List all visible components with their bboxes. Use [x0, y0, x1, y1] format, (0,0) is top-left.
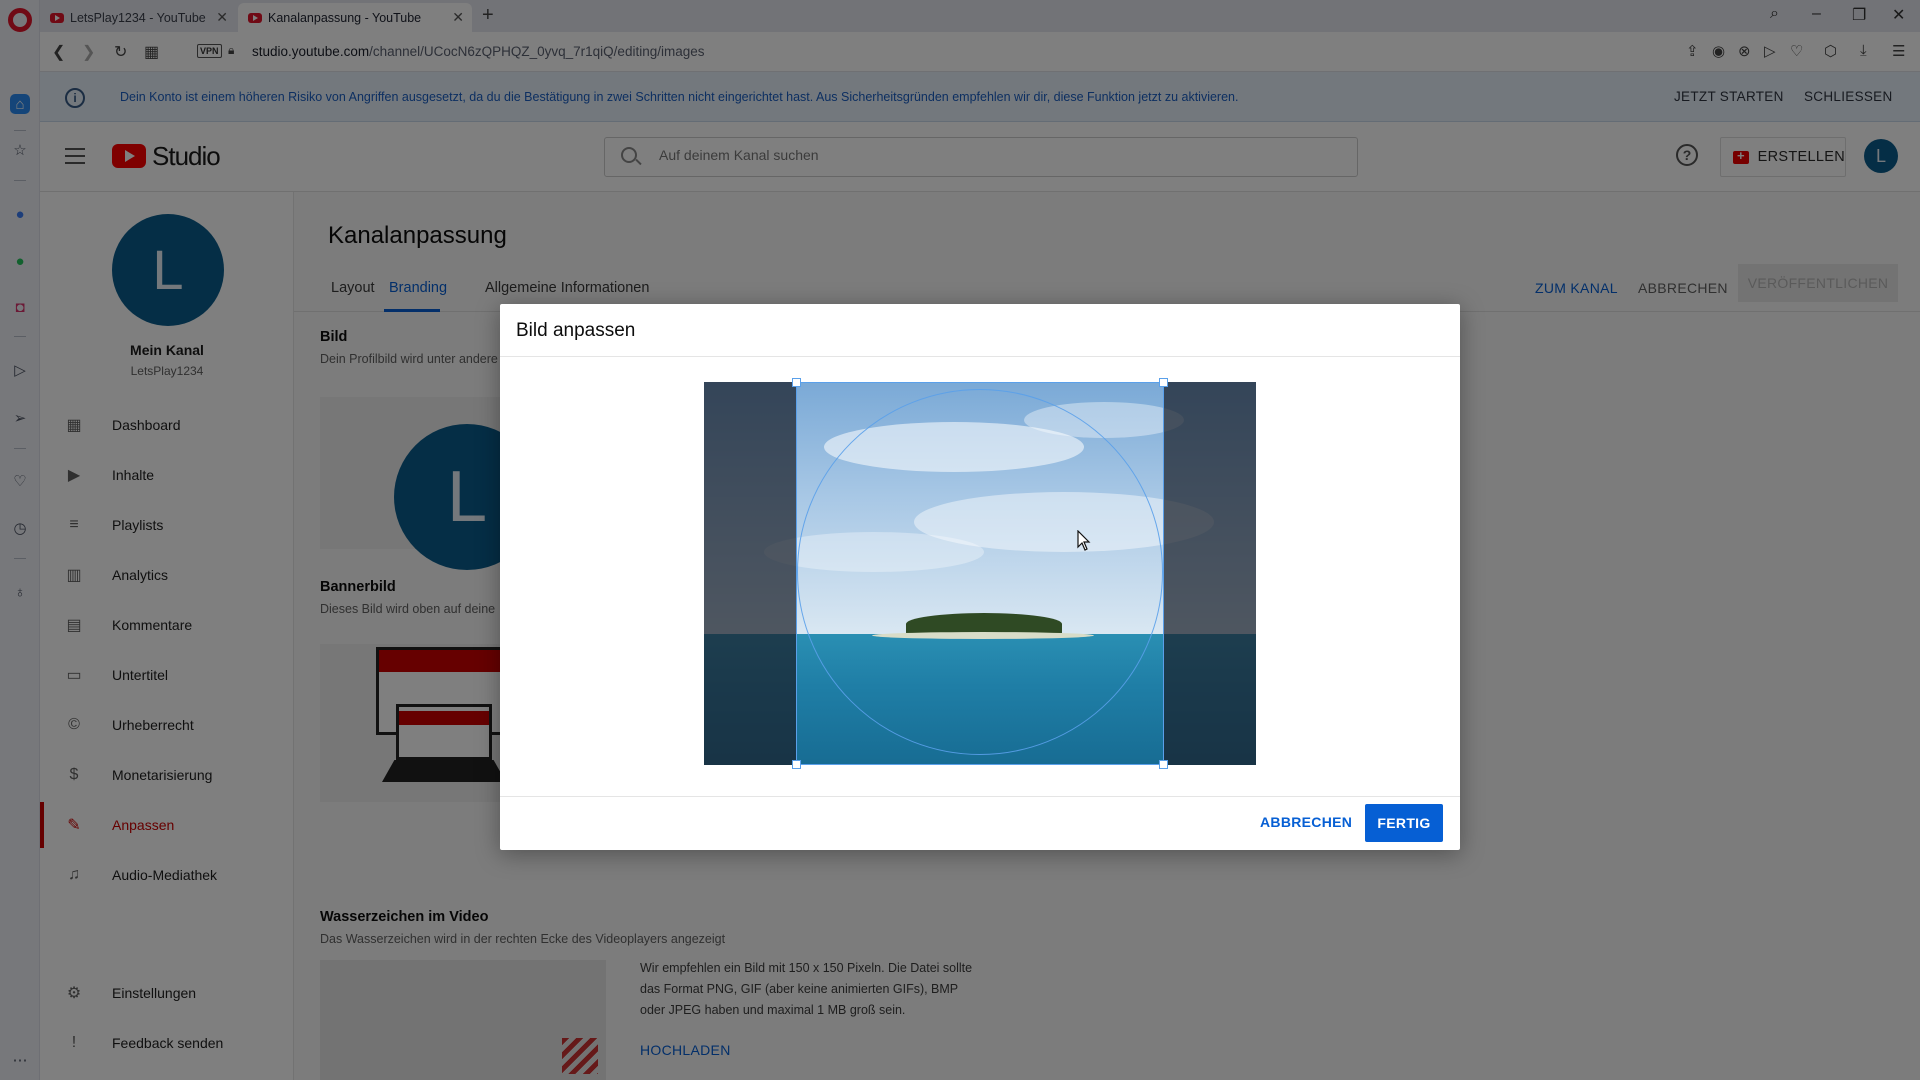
crop-image-dialog: Bild anpassen ABBRECHEN FERTIG — [500, 304, 1460, 850]
crop-mask-right — [1164, 382, 1256, 765]
dialog-cancel-button[interactable]: ABBRECHEN — [1260, 814, 1352, 830]
crop-mask-left — [704, 382, 796, 765]
crop-handle-top-right[interactable] — [1159, 378, 1168, 387]
crop-selection[interactable] — [796, 382, 1164, 765]
dialog-done-button[interactable]: FERTIG — [1365, 804, 1443, 842]
dialog-title: Bild anpassen — [516, 320, 636, 341]
crop-handle-bottom-left[interactable] — [792, 760, 801, 769]
crop-circle-guide — [797, 389, 1163, 755]
crop-handle-bottom-right[interactable] — [1159, 760, 1168, 769]
dialog-divider — [500, 356, 1460, 357]
dialog-divider — [500, 796, 1460, 797]
crop-handle-top-left[interactable] — [792, 378, 801, 387]
mouse-cursor-icon — [1077, 530, 1091, 551]
